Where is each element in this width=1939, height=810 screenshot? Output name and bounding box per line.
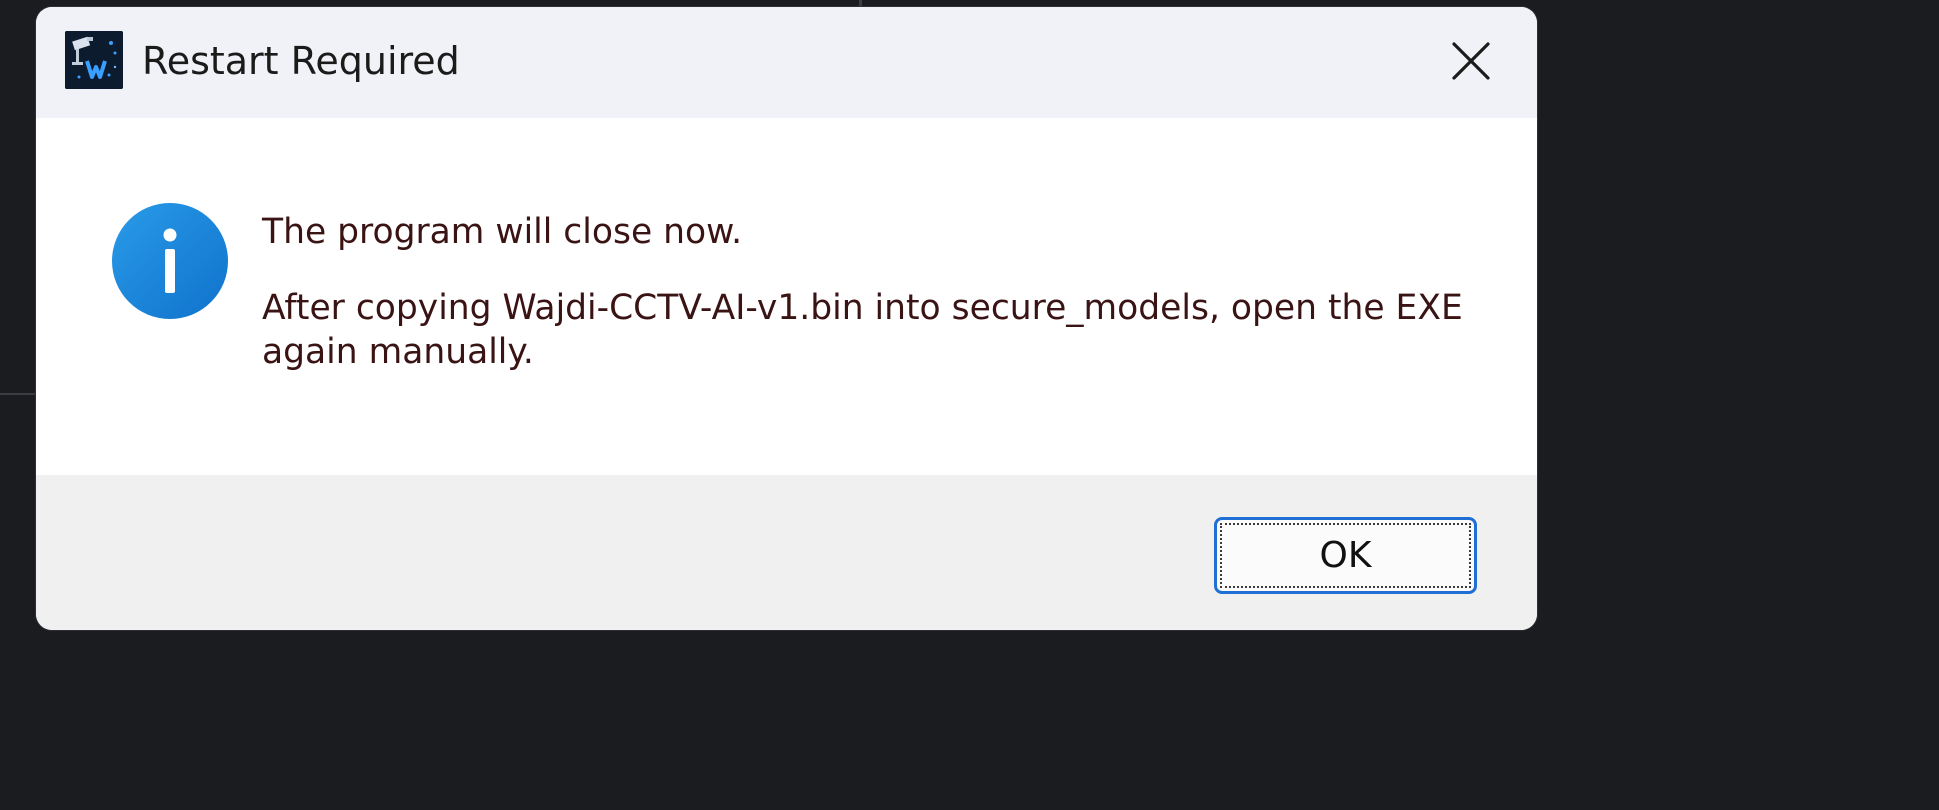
close-icon	[1452, 42, 1490, 80]
background-divider	[0, 393, 36, 395]
message-line: After copying Wajdi-CCTV-AI-v1.bin into …	[262, 288, 1463, 372]
dialog-title-bar[interactable]: Restart Required	[36, 7, 1537, 118]
dialog-content: The program will close now. After copyin…	[36, 118, 1537, 475]
ok-button-label: OK	[1220, 523, 1471, 588]
background-divider-vertical	[859, 0, 862, 7]
dialog-footer: OK	[36, 475, 1537, 630]
cctv-app-icon	[65, 31, 123, 89]
dialog-message: The program will close now. After copyin…	[262, 210, 1482, 374]
close-button[interactable]	[1432, 23, 1510, 99]
dialog-title: Restart Required	[142, 39, 460, 83]
restart-required-dialog: Restart Required The program will close …	[36, 7, 1537, 630]
message-line: The program will close now.	[262, 212, 743, 252]
info-icon	[111, 202, 229, 320]
ok-button[interactable]: OK	[1214, 517, 1477, 594]
